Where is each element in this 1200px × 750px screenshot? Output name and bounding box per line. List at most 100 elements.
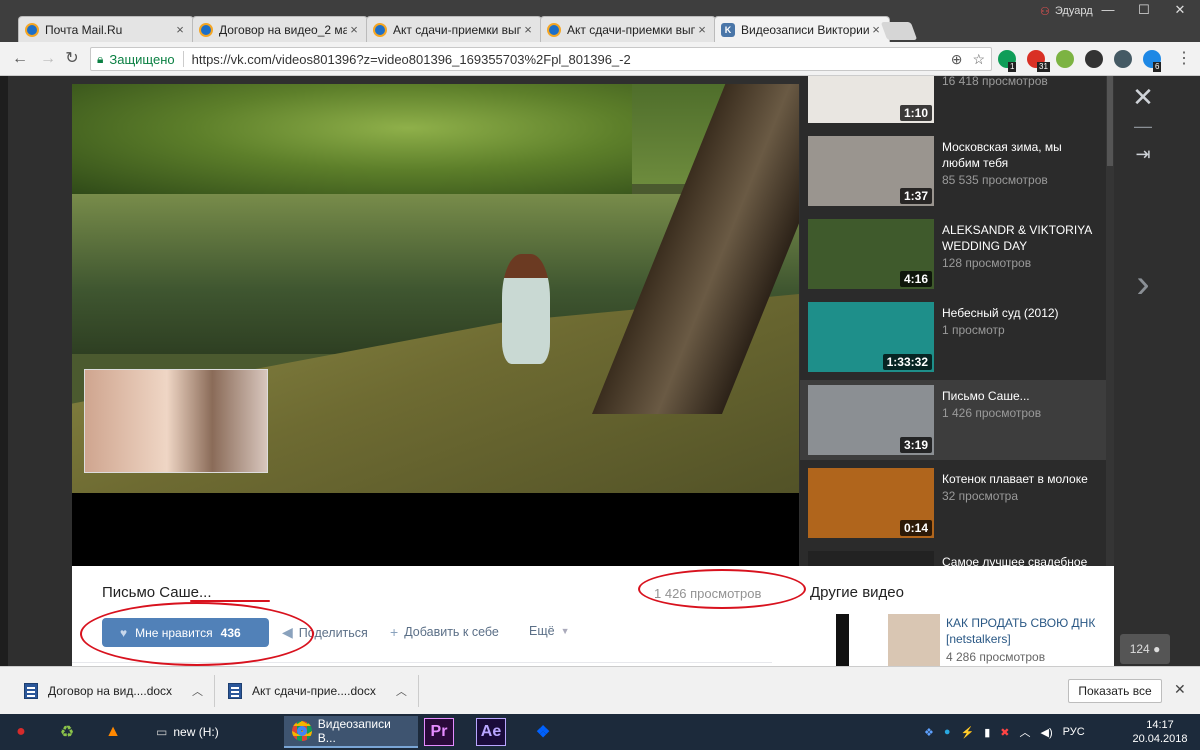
related-video-title[interactable]: Самое лучшее свадебное видео, которое я … bbox=[942, 554, 1102, 566]
related-scrollbar[interactable] bbox=[1106, 76, 1114, 566]
taskbar-task[interactable]: ▭ new (H:) bbox=[148, 716, 278, 748]
app-label: ❖ bbox=[535, 724, 551, 741]
save-icon[interactable] bbox=[1056, 50, 1074, 68]
related-video-views: 32 просмотра bbox=[942, 489, 1019, 503]
windows-taskbar: ● ♻ ▲ ▭ new (H:) Видеозаписи В... Pr Ae ❖ ❖ ● … bbox=[0, 714, 1200, 750]
add-to-my-videos-button[interactable]: + Добавить к себе bbox=[390, 624, 499, 640]
tab-close-icon[interactable]: × bbox=[173, 22, 187, 37]
reload-button[interactable]: ↻ bbox=[62, 49, 82, 69]
tab-label: Почта Mail.Ru bbox=[45, 22, 123, 37]
video-player[interactable] bbox=[72, 84, 799, 568]
related-video-item[interactable]: 3:19 Письмо Саше... 1 426 просмотров bbox=[800, 380, 1106, 460]
related-video-thumbnail[interactable]: 3:19 bbox=[808, 385, 934, 455]
tab-close-icon[interactable]: × bbox=[347, 22, 361, 37]
browser-tab[interactable]: Почта Mail.Ru × bbox=[18, 16, 194, 42]
related-video-item[interactable]: 4:16 ALEKSANDR & VIKTORIYA WEDDING DAY 128… bbox=[800, 214, 1106, 294]
new-tab-button[interactable] bbox=[880, 22, 918, 40]
premiere-icon[interactable]: Pr bbox=[424, 718, 454, 746]
profile-button[interactable]: ⚇ Эдуард bbox=[1034, 3, 1099, 19]
download-item[interactable]: Акт сдачи-прие....docx ︿ bbox=[228, 667, 407, 715]
task-label: new (H:) bbox=[173, 725, 219, 739]
recycle-icon[interactable]: ♻ bbox=[52, 718, 82, 746]
related-video-title[interactable]: Письмо Саше... bbox=[942, 388, 1102, 404]
video-duration: 0:14 bbox=[899, 520, 932, 536]
language-indicator[interactable]: РУС bbox=[1063, 726, 1085, 738]
viewer-counter[interactable]: 124 ● bbox=[1120, 634, 1170, 664]
related-video-thumbnail[interactable]: 1:33:32 bbox=[808, 302, 934, 372]
vk-video-page: 1:10 Поздравление от Angry Bir16 418 прос… bbox=[0, 76, 1200, 666]
next-video-icon[interactable]: › bbox=[1114, 262, 1172, 307]
other-video-channel[interactable]: [netstalkers] bbox=[946, 632, 1011, 646]
mail-icon bbox=[373, 22, 387, 37]
tab-close-icon[interactable]: × bbox=[521, 22, 535, 37]
other-video-thumbnail[interactable] bbox=[810, 614, 940, 666]
lightning-icon[interactable] bbox=[1085, 50, 1103, 68]
dropbox-icon[interactable]: ❖ bbox=[528, 718, 558, 746]
chevron-up-icon[interactable]: ︿ bbox=[1020, 724, 1031, 740]
related-video-views: 16 418 просмотров bbox=[942, 76, 1048, 88]
more-actions-button[interactable]: Ещё ▼ bbox=[529, 624, 570, 638]
task-label: Видеозаписи В... bbox=[317, 717, 391, 745]
angry-birds-icon[interactable]: ● bbox=[6, 718, 36, 746]
scrollbar-thumb[interactable] bbox=[1107, 76, 1113, 166]
download-item[interactable]: Договор на вид....docx ︿ bbox=[24, 667, 203, 715]
related-video-thumbnail[interactable]: 1:37 bbox=[808, 136, 934, 206]
address-bar[interactable]: 🔒︎ Защищено https://vk.com/videos801396?… bbox=[90, 47, 992, 71]
spy-icon[interactable] bbox=[1114, 50, 1132, 68]
skype-tray-icon[interactable]: ● bbox=[944, 726, 951, 738]
volume-icon[interactable]: ◀) bbox=[1041, 726, 1053, 739]
related-video-text: Письмо Саше... 1 426 просмотров bbox=[942, 380, 1102, 460]
zoom-icon[interactable]: ⊕ bbox=[951, 51, 963, 68]
related-video-views: 1 просмотр bbox=[942, 323, 1005, 337]
browser-tab[interactable]: Акт сдачи-приемки вып × bbox=[540, 16, 716, 42]
maximize-button[interactable]: ☐ bbox=[1126, 0, 1162, 20]
taskbar-task[interactable]: Видеозаписи В... bbox=[284, 716, 418, 748]
show-all-downloads-button[interactable]: Показать все bbox=[1068, 679, 1162, 703]
minimize-player-icon[interactable]: — bbox=[1114, 116, 1172, 137]
browser-tab[interactable]: Акт сдачи-приемки вып × bbox=[366, 16, 542, 42]
bolt-tray-icon[interactable]: ⚡ bbox=[961, 726, 975, 739]
browser-tab[interactable]: K Видеозаписи Виктории × bbox=[714, 16, 890, 42]
chevron-up-icon[interactable]: ︿ bbox=[192, 683, 203, 699]
close-window-button[interactable]: ✕ bbox=[1162, 0, 1198, 20]
related-video-thumbnail[interactable] bbox=[808, 551, 934, 566]
other-video-title[interactable]: КАК ПРОДАТЬ СВОЮ ДНК bbox=[946, 616, 1095, 630]
related-videos-list: 1:10 Поздравление от Angry Bir16 418 прос… bbox=[800, 76, 1106, 566]
chevron-up-icon[interactable]: ︿ bbox=[396, 683, 407, 699]
network-tray-icon[interactable]: ▮ bbox=[984, 726, 990, 739]
video-duration: 4:16 bbox=[899, 271, 932, 287]
vlc-icon[interactable]: ▲ bbox=[98, 718, 128, 746]
clock[interactable]: 14:17 20.04.2018 bbox=[1132, 718, 1188, 746]
close-player-icon[interactable]: ✕ bbox=[1114, 82, 1172, 113]
related-video-thumbnail[interactable]: 4:16 bbox=[808, 219, 934, 289]
close-downloads-icon[interactable]: ✕ bbox=[1174, 681, 1186, 698]
related-video-thumbnail[interactable]: 0:14 bbox=[808, 468, 934, 538]
antivirus-tray-icon[interactable]: ✖ bbox=[1000, 726, 1009, 739]
related-video-item[interactable]: Самое лучшее свадебное видео, которое я … bbox=[800, 546, 1106, 566]
related-video-title[interactable]: ALEKSANDR & VIKTORIYA WEDDING DAY bbox=[942, 222, 1102, 254]
back-button[interactable]: ← bbox=[10, 49, 30, 69]
browser-tab[interactable]: Договор на видео_2 ма × bbox=[192, 16, 368, 42]
related-video-item[interactable]: 0:14 Котенок плавает в молоке 32 просмотра bbox=[800, 463, 1106, 543]
related-video-thumbnail[interactable]: 1:10 bbox=[808, 76, 934, 123]
clock-time: 14:17 bbox=[1146, 719, 1174, 731]
pin-player-icon[interactable]: ⇥ bbox=[1114, 144, 1172, 165]
related-video-title[interactable]: Небесный суд (2012) bbox=[942, 305, 1102, 321]
tab-close-icon[interactable]: × bbox=[695, 22, 709, 37]
after-effects-icon[interactable]: Ae bbox=[476, 718, 506, 746]
related-video-title[interactable]: Московская зима, мы любим тебя bbox=[942, 139, 1102, 171]
video-duration: 3:19 bbox=[899, 437, 932, 453]
related-video-item[interactable]: 1:37 Московская зима, мы любим тебя 85 535… bbox=[800, 131, 1106, 211]
video-inset-couple bbox=[84, 369, 268, 473]
forward-button[interactable]: → bbox=[38, 49, 58, 69]
bookmark-star-icon[interactable]: ☆ bbox=[972, 51, 985, 68]
url-text[interactable]: https://vk.com/videos801396?z=video80139… bbox=[192, 52, 631, 67]
minimize-button[interactable]: — bbox=[1090, 0, 1126, 20]
related-video-text: Самое лучшее свадебное видео, которое я … bbox=[942, 546, 1102, 566]
browser-menu-icon[interactable]: ⋮ bbox=[1174, 49, 1194, 69]
related-video-item[interactable]: 1:10 Поздравление от Angry Bir16 418 прос… bbox=[800, 76, 1106, 128]
related-video-title[interactable]: Котенок плавает в молоке bbox=[942, 471, 1102, 487]
player-side-controls: ✕ — ⇥ › bbox=[1114, 76, 1200, 666]
related-video-item[interactable]: 1:33:32 Небесный суд (2012) 1 просмотр bbox=[800, 297, 1106, 377]
dropbox-tray-icon[interactable]: ❖ bbox=[924, 726, 934, 739]
